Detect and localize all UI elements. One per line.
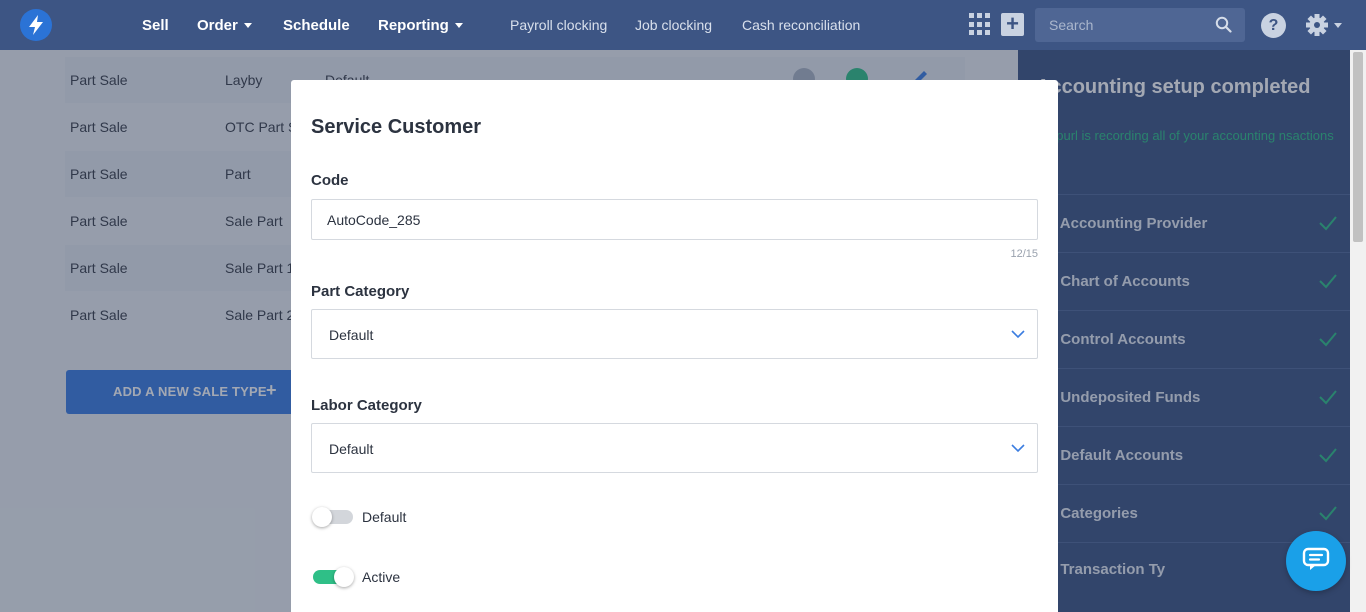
part-category-select[interactable]: Default [311, 309, 1038, 359]
labor-category-select[interactable]: Default [311, 423, 1038, 473]
nav-job-clocking[interactable]: Job clocking [635, 0, 712, 50]
scrollbar-thumb[interactable] [1353, 52, 1363, 242]
chevron-down-icon [1011, 327, 1025, 344]
nav-cash-reconciliation[interactable]: Cash reconciliation [742, 0, 860, 50]
default-toggle[interactable] [312, 507, 353, 527]
labor-category-label: Labor Category [311, 397, 422, 414]
search-box [1035, 8, 1245, 42]
top-navigation-bar: Sell Order Schedule Reporting Payroll cl… [0, 0, 1366, 50]
nav-payroll-clocking[interactable]: Payroll clocking [510, 0, 607, 50]
toggle-knob [334, 567, 354, 587]
toggle-knob [312, 507, 332, 527]
service-customer-dialog: Service Customer Code 12/15 Part Categor… [291, 80, 1058, 612]
part-category-label: Part Category [311, 283, 410, 300]
dialog-title: Service Customer [311, 116, 482, 138]
add-new-icon[interactable]: + [1001, 13, 1024, 36]
chevron-down-icon [1011, 441, 1025, 458]
apps-grid-icon[interactable] [969, 13, 992, 36]
nav-reporting[interactable]: Reporting [378, 0, 463, 50]
code-input[interactable] [311, 199, 1038, 240]
default-toggle-label: Default [362, 509, 407, 525]
app-logo-icon[interactable] [20, 9, 52, 41]
nav-sell[interactable]: Sell [142, 0, 169, 50]
nav-schedule[interactable]: Schedule [283, 0, 350, 50]
help-icon[interactable]: ? [1261, 13, 1286, 38]
chevron-down-icon [243, 22, 252, 28]
active-toggle-label: Active [362, 569, 401, 585]
active-toggle[interactable] [313, 567, 354, 587]
chevron-down-icon [454, 22, 463, 28]
chat-support-button[interactable] [1286, 531, 1346, 591]
search-input[interactable] [1035, 8, 1205, 42]
chat-icon [1302, 547, 1330, 576]
code-character-counter: 12/15 [1010, 248, 1038, 260]
search-icon[interactable] [1215, 16, 1232, 38]
nav-order[interactable]: Order [197, 0, 252, 50]
settings-gear-icon[interactable] [1303, 11, 1345, 39]
page-scrollbar[interactable] [1350, 50, 1366, 612]
code-label: Code [311, 172, 349, 189]
